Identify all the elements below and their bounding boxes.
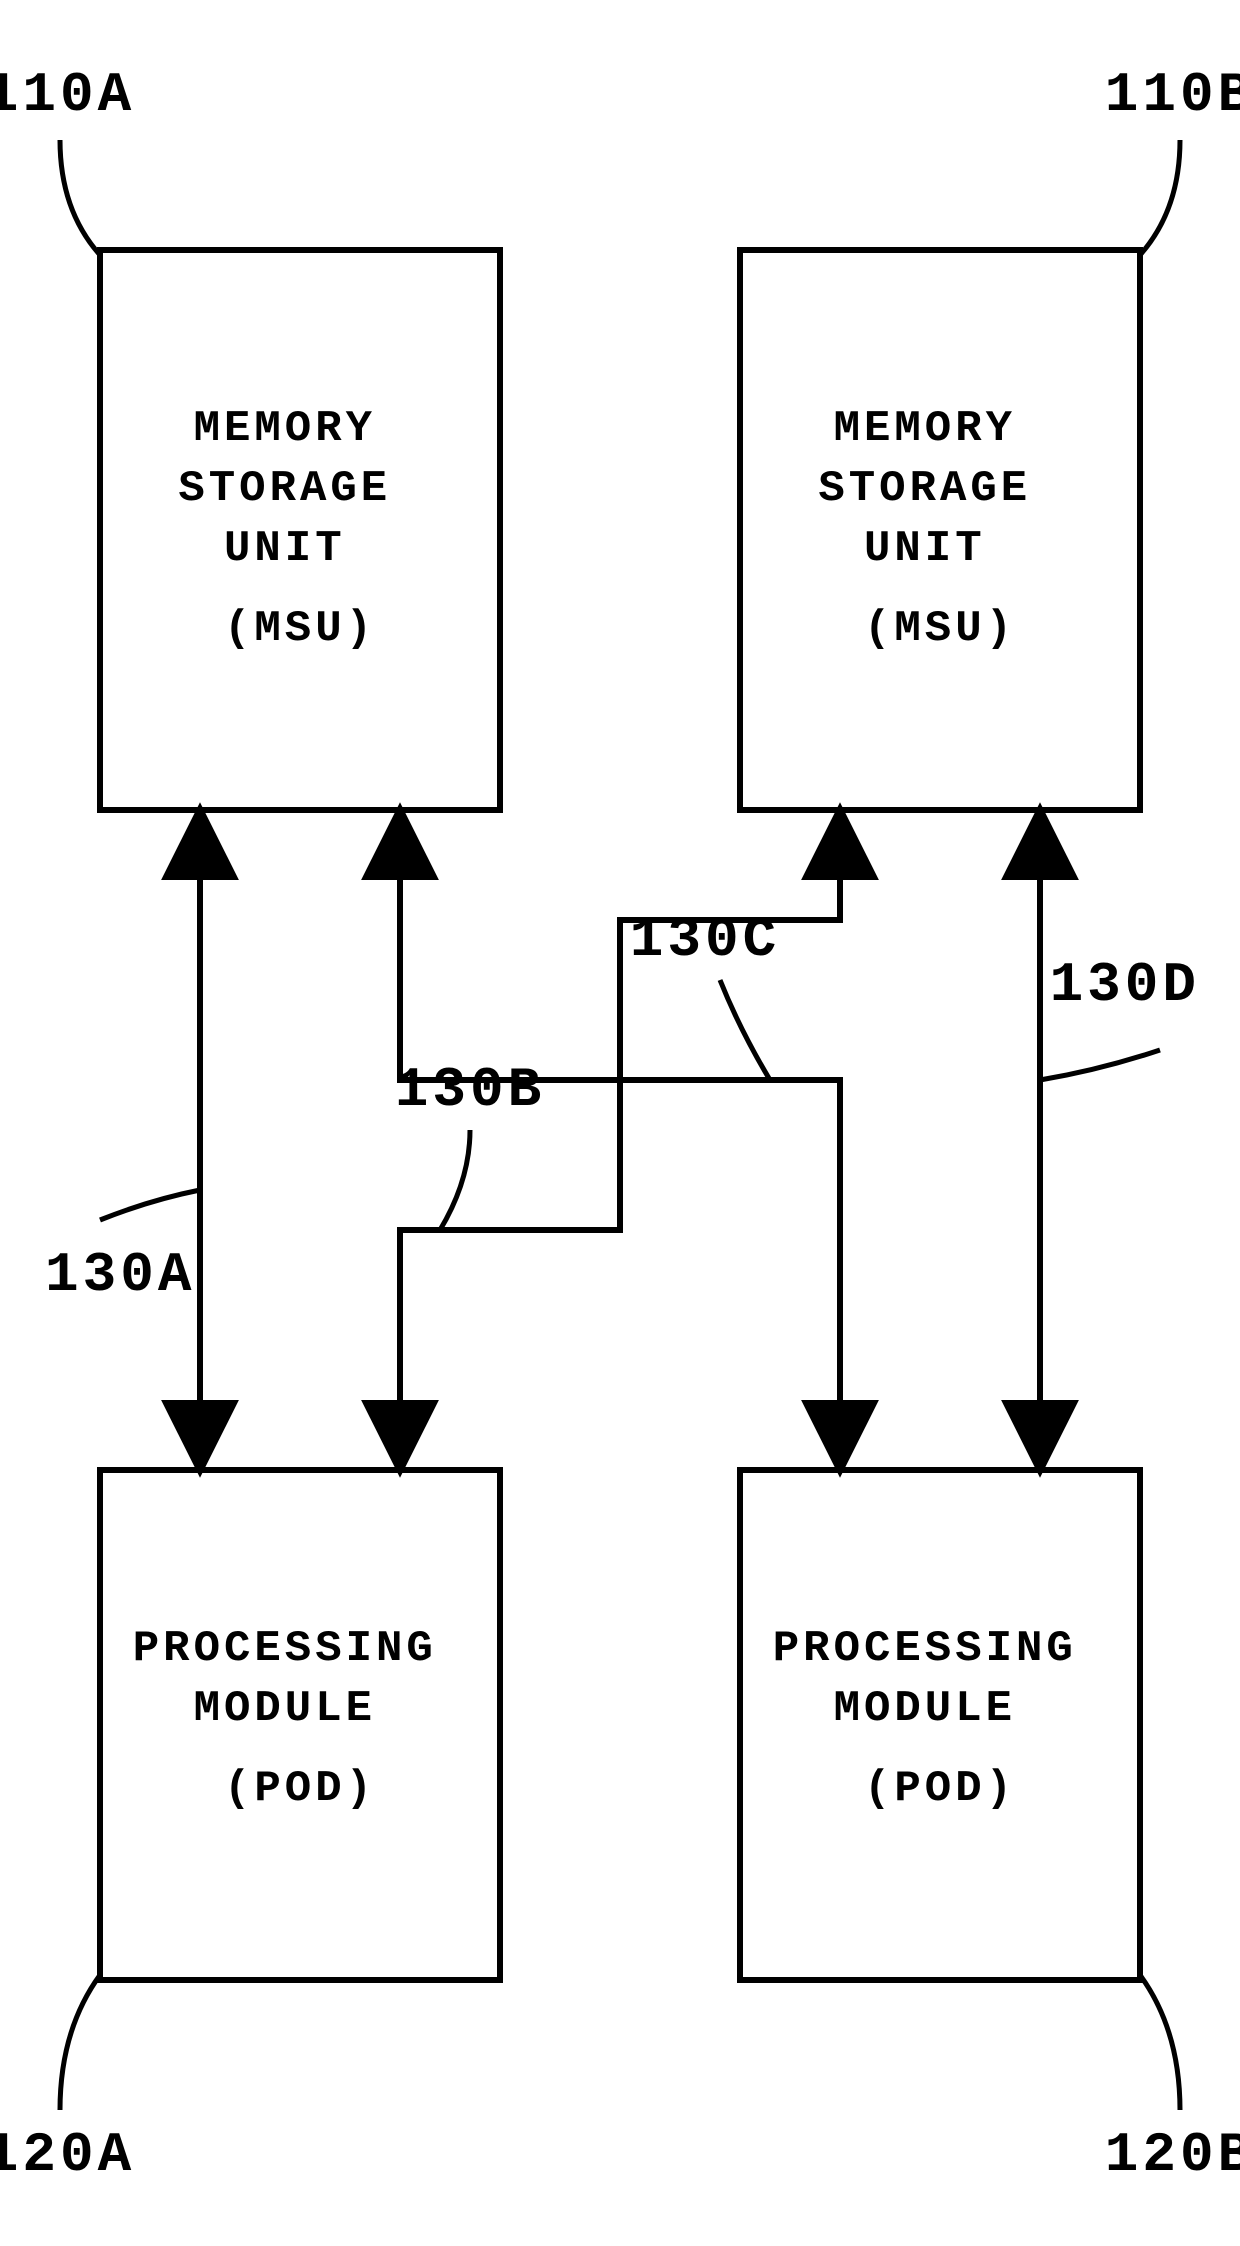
leader-110a bbox=[60, 140, 100, 255]
svg-text:PROCESSING MODULE: PROCESSING MODULE (POD) bbox=[773, 1624, 1107, 1814]
msu-b-line2: STORAGE bbox=[818, 464, 1031, 514]
label-110b: 110B bbox=[1105, 63, 1240, 127]
msu-a-line4: (MSU) bbox=[224, 604, 376, 654]
label-130b: 130B bbox=[395, 1058, 545, 1122]
diagram-canvas: MEMORY STORAGE UNIT (MSU) MEMORY STORAGE… bbox=[0, 0, 1240, 2246]
pod-b-line2: MODULE bbox=[834, 1684, 1016, 1734]
msu-b-line3: UNIT bbox=[864, 524, 986, 574]
msu-a-line2: STORAGE bbox=[178, 464, 391, 514]
leader-130b bbox=[440, 1130, 470, 1230]
leader-120a bbox=[60, 1975, 100, 2110]
block-pod-b: PROCESSING MODULE (POD) bbox=[740, 1470, 1140, 1980]
msu-a-line3: UNIT bbox=[224, 524, 346, 574]
label-130d: 130D bbox=[1050, 953, 1200, 1017]
pod-a-line3: (POD) bbox=[224, 1764, 376, 1814]
label-120b: 120B bbox=[1105, 2123, 1240, 2187]
pod-a-line1: PROCESSING bbox=[133, 1624, 437, 1674]
block-msu-b: MEMORY STORAGE UNIT (MSU) bbox=[740, 250, 1140, 810]
pod-b-line3: (POD) bbox=[864, 1764, 1016, 1814]
msu-a-line1: MEMORY bbox=[194, 404, 376, 454]
label-130c: 130C bbox=[630, 908, 780, 972]
msu-b-line1: MEMORY bbox=[834, 404, 1016, 454]
block-msu-a: MEMORY STORAGE UNIT (MSU) bbox=[100, 250, 500, 810]
leader-130a bbox=[100, 1190, 200, 1220]
leader-120b bbox=[1140, 1975, 1180, 2110]
leader-130c bbox=[720, 980, 770, 1080]
label-130a: 130A bbox=[45, 1243, 195, 1307]
svg-text:PROCESSING MODULE: PROCESSING MODULE (POD) bbox=[133, 1624, 467, 1814]
leader-130d bbox=[1040, 1050, 1160, 1080]
svg-text:MEMORY STORAGE UNI: MEMORY STORAGE UNIT (MSU) bbox=[178, 404, 421, 654]
pod-a-line2: MODULE bbox=[194, 1684, 376, 1734]
msu-b-line4: (MSU) bbox=[864, 604, 1016, 654]
label-120a: 120A bbox=[0, 2123, 135, 2187]
leader-110b bbox=[1140, 140, 1180, 255]
block-pod-a: PROCESSING MODULE (POD) bbox=[100, 1470, 500, 1980]
svg-text:MEMORY STORAGE UNI: MEMORY STORAGE UNIT (MSU) bbox=[818, 404, 1061, 654]
label-110a: 110A bbox=[0, 63, 135, 127]
pod-b-line1: PROCESSING bbox=[773, 1624, 1077, 1674]
